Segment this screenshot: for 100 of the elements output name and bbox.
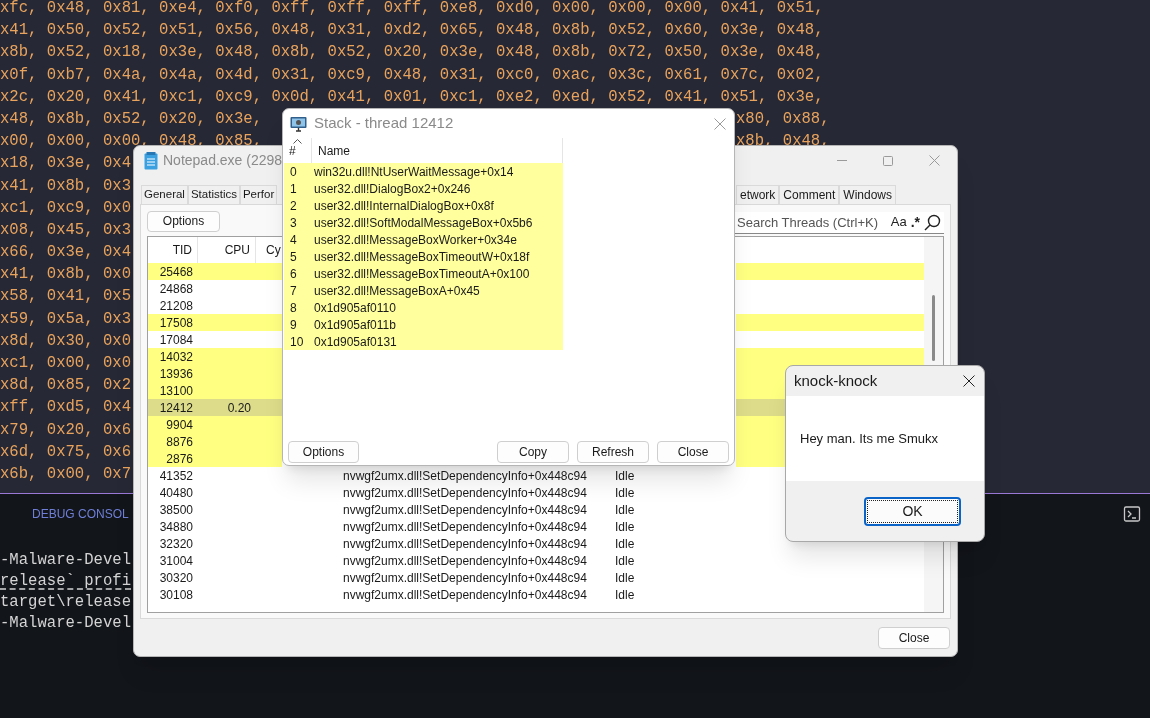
options-button[interactable]: Options xyxy=(288,441,359,463)
stack-frame-row[interactable]: 6 user32.dll!MessageBoxTimeoutA+0x100 xyxy=(284,265,563,282)
close-icon[interactable] xyxy=(963,375,975,387)
table-cell-text: 31004 xyxy=(158,552,194,570)
stack-frame-row[interactable]: 5 user32.dll!MessageBoxTimeoutW+0x18f xyxy=(284,248,563,265)
thread-row[interactable]: 8876 xyxy=(148,433,282,450)
table-cell-text: Idle xyxy=(615,552,635,570)
dialog-message: Hey man. Its me Smukx xyxy=(800,429,938,448)
search-field[interactable]: Search Threads (Ctrl+K) Aa .* xyxy=(732,211,944,234)
thread-row[interactable]: 13100 xyxy=(148,382,282,399)
match-case-toggle[interactable]: Aa xyxy=(890,212,907,232)
dialog-button[interactable]: Copy xyxy=(497,441,569,463)
table-cell-text: 7 xyxy=(289,282,298,300)
close-icon xyxy=(928,155,940,166)
table-cell-text: 12412 xyxy=(158,399,194,417)
code-line: x41, 0x8b, 0x3 xyxy=(0,176,131,195)
table-cell-text: 9904 xyxy=(165,416,194,434)
thread-row[interactable]: 9904 xyxy=(148,416,282,433)
scrollbar-thumb[interactable] xyxy=(932,295,935,361)
table-cell-text: 32320 xyxy=(158,535,194,553)
table-cell-text: nvwgf2umx.dll!SetDependencyInfo+0x448c94 xyxy=(343,484,588,502)
stack-frame-row[interactable]: 2 user32.dll!InternalDialogBox+0x8f xyxy=(284,197,563,214)
tab[interactable]: Comment xyxy=(779,185,840,204)
table-cell-text: 1 xyxy=(289,180,298,198)
options-button[interactable]: Options xyxy=(147,210,220,232)
search-icon[interactable] xyxy=(924,213,941,231)
table-cell-text: 24868 xyxy=(158,280,194,298)
regex-toggle[interactable]: .* xyxy=(910,211,920,233)
code-line: x8b, 0x48, xyxy=(736,131,830,153)
stack-frame-row[interactable]: 3 user32.dll!SoftModalMessageBox+0x5b6 xyxy=(284,214,563,231)
thread-row[interactable]: 14032 xyxy=(148,348,282,365)
table-cell-text: 0x1d905af0110 xyxy=(314,299,396,317)
table-cell-text: 14032 xyxy=(158,348,194,366)
table-cell-text: 8876 xyxy=(165,433,194,451)
table-cell-text: nvwgf2umx.dll!SetDependencyInfo+0x448c94 xyxy=(343,518,588,536)
table-cell-text: 17508 xyxy=(158,314,194,332)
code-line: xff, 0xd5, 0x4 xyxy=(0,398,131,417)
code-line: x80, 0x88, xyxy=(736,108,830,130)
table-cell-text: Idle xyxy=(615,569,635,587)
stack-frame-row[interactable]: 10 0x1d905af0131 xyxy=(284,333,563,350)
dialog-title: knock-knock xyxy=(794,370,878,391)
table-cell-text: user32.dll!MessageBoxWorker+0x34e xyxy=(314,231,517,249)
table-cell-text: 30108 xyxy=(158,586,194,604)
code-line: x79, 0x20, 0x6 xyxy=(0,420,131,439)
table-cell-text: nvwgf2umx.dll!SetDependencyInfo+0x448c94 xyxy=(343,467,588,485)
terminal-icon[interactable] xyxy=(1123,505,1141,523)
monitor-icon xyxy=(290,115,307,132)
tab[interactable]: General xyxy=(141,185,188,204)
sort-caret-icon xyxy=(293,139,302,144)
terminal-line: target\release xyxy=(0,593,131,611)
stack-frame-row[interactable]: 7 user32.dll!MessageBoxA+0x45 xyxy=(284,282,563,299)
tab[interactable]: Statistics xyxy=(187,185,240,204)
close-button[interactable]: Close xyxy=(878,627,950,649)
thread-row[interactable]: 25468 xyxy=(148,263,282,280)
panel-tab[interactable]: DEBUG CONSOL xyxy=(32,505,129,523)
thread-row[interactable]: 2876 xyxy=(148,450,282,467)
dialog-button[interactable]: Refresh xyxy=(577,441,649,463)
table-cell-text: 2876 xyxy=(165,450,194,468)
column-header[interactable]: Cy xyxy=(256,237,282,263)
table-cell-text: 0 xyxy=(289,163,298,181)
code-line: x6d, 0x75, 0x6 xyxy=(0,442,131,461)
stack-frame-row[interactable]: 0 win32u.dll!NtUserWaitMessage+0x14 xyxy=(284,163,563,180)
table-cell-text: 40480 xyxy=(158,484,194,502)
stack-frame-row[interactable]: 8 0x1d905af0110 xyxy=(284,299,563,316)
stack-frame-row[interactable]: 1 user32.dll!DialogBox2+0x246 xyxy=(284,180,563,197)
terminal-line: release` profi xyxy=(0,572,131,590)
column-header[interactable]: # xyxy=(289,142,296,160)
column-header[interactable]: Name xyxy=(318,141,350,160)
dialog-button[interactable]: Close xyxy=(657,441,729,463)
stack-frame-row[interactable]: 9 0x1d905af011b xyxy=(284,316,563,333)
code-line: x0f, 0xb7, 0x4a, 0x4a, 0x4d, 0x31, 0xc9, 0x48, 0x31, 0xc0, 0xac, 0x3c, 0x61, 0x7c, 0x02, xyxy=(0,65,824,84)
tab[interactable]: etwork xyxy=(736,185,780,204)
thread-row[interactable]: 12412 0.20 xyxy=(148,399,282,416)
table-cell-text: 0x1d905af011b xyxy=(314,316,396,334)
tab[interactable]: Perfor xyxy=(239,185,278,204)
code-line: x8d, 0x30, 0x0 xyxy=(0,331,131,350)
table-cell-text: user32.dll!InternalDialogBox+0x8f xyxy=(314,197,494,215)
ok-button[interactable]: OK xyxy=(864,497,961,526)
table-cell-text: user32.dll!MessageBoxTimeoutA+0x100 xyxy=(314,265,530,283)
code-line: xfc, 0x48, 0x81, 0xe4, 0xf0, 0xff, 0xff, 0xff, 0xe8, 0xd0, 0x00, 0x00, 0x00, 0x41, 0x51, xyxy=(0,0,824,17)
window-title: Stack - thread 12412 xyxy=(314,113,454,134)
table-cell-text: nvwgf2umx.dll!SetDependencyInfo+0x448c94 xyxy=(343,586,588,604)
maximize-icon xyxy=(883,155,893,166)
table-cell-text: Idle xyxy=(615,586,635,604)
code-line: x41, 0x8b, 0x0 xyxy=(0,265,131,284)
stack-frame-row[interactable]: 4 user32.dll!MessageBoxWorker+0x34e xyxy=(284,231,563,248)
tab[interactable]: Windows xyxy=(839,185,897,204)
thread-row[interactable]: 17508 xyxy=(148,314,282,331)
table-cell-text: 6 xyxy=(289,265,298,283)
window-title: Notepad.exe (2298 xyxy=(163,151,283,170)
table-cell-text: 25468 xyxy=(158,263,194,281)
table-cell-text: 21208 xyxy=(158,297,194,315)
code-line: xc1, 0x00, 0x0 xyxy=(0,354,131,372)
code-line: x6b, 0x00, 0x7 xyxy=(0,464,131,483)
table-cell-text: user32.dll!DialogBox2+0x246 xyxy=(314,180,471,198)
table-cell-text: user32.dll!SoftModalMessageBox+0x5b6 xyxy=(314,214,533,232)
table-cell-text: user32.dll!MessageBoxTimeoutW+0x18f xyxy=(314,248,530,266)
code-line: x8b, 0x52, 0x18, 0x3e, 0x48, 0x8b, 0x52, 0x20, 0x3e, 0x48, 0x8b, 0x72, 0x50, 0x3e, 0x48, xyxy=(0,43,824,62)
thread-row[interactable]: 13936 xyxy=(148,365,282,382)
table-cell-text: win32u.dll!NtUserWaitMessage+0x14 xyxy=(314,163,514,181)
